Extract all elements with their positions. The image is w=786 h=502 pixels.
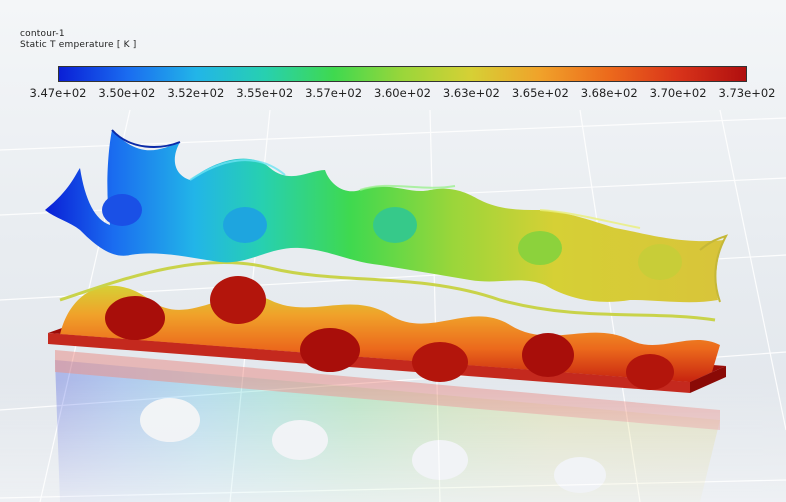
colorbar-tick-label: 3.55e+02 bbox=[236, 86, 294, 100]
graphics-viewport[interactable]: contour-1 Static T emperature [ K ] 3.47… bbox=[0, 0, 786, 502]
colorbar-tick-label: 3.52e+02 bbox=[167, 86, 225, 100]
colorbar bbox=[58, 66, 747, 82]
colorbar-tick-label: 3.63e+02 bbox=[442, 86, 500, 100]
colorbar-tick-label: 3.73e+02 bbox=[718, 86, 776, 100]
colorbar-tick-label: 3.47e+02 bbox=[29, 86, 87, 100]
colorbar-tick-label: 3.60e+02 bbox=[374, 86, 431, 100]
contour-quantity-label: Static T emperature [ K ] bbox=[20, 40, 137, 50]
colorbar-tick-label: 3.65e+02 bbox=[511, 86, 569, 100]
colorbar-tick-label: 3.57e+02 bbox=[305, 86, 363, 100]
contour-name-label: contour-1 bbox=[20, 29, 65, 39]
colorbar-ticks: 3.47e+02 3.50e+02 3.52e+02 3.55e+02 3.57e+02… bbox=[0, 86, 786, 102]
colorbar-tick-label: 3.68e+02 bbox=[580, 86, 638, 100]
colorbar-tick-label: 3.70e+02 bbox=[649, 86, 707, 100]
gyroid-upper-surface bbox=[45, 129, 729, 303]
colorbar-tick-label: 3.50e+02 bbox=[98, 86, 156, 100]
